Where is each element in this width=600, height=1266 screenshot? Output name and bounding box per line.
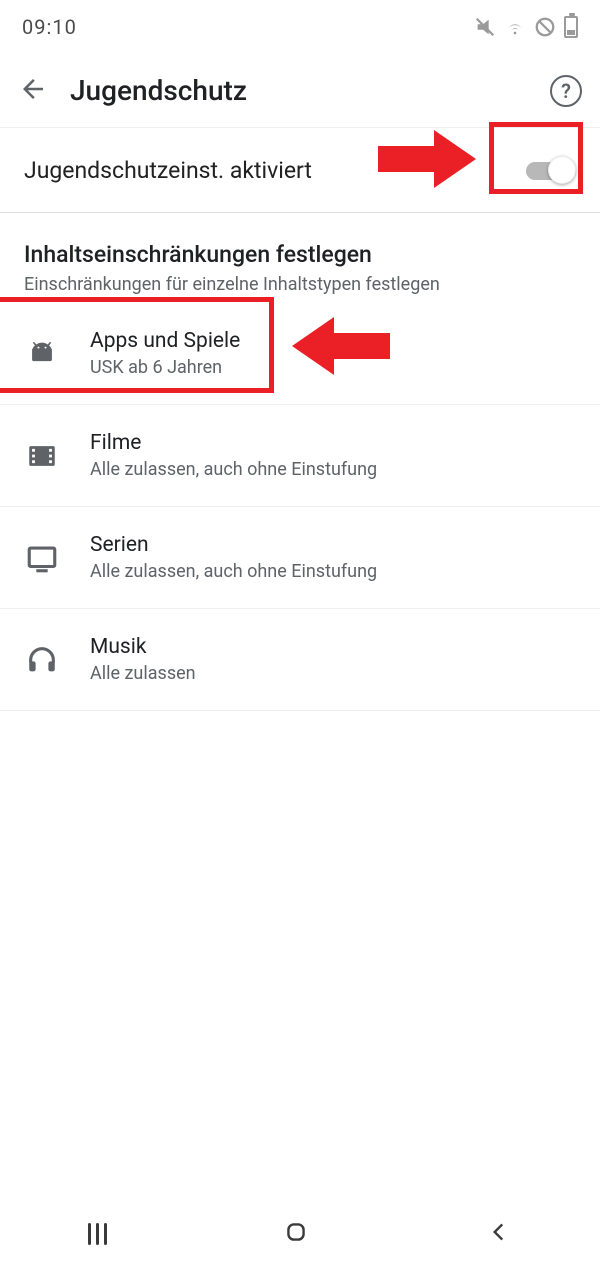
arrow-left-icon (18, 74, 48, 104)
item-subtitle: USK ab 6 Jahren (90, 357, 240, 378)
help-button[interactable]: ? (550, 75, 582, 107)
film-icon (24, 438, 60, 474)
item-subtitle: Alle zulassen (90, 663, 196, 684)
bar-icon (96, 1223, 99, 1245)
android-icon (24, 336, 60, 372)
battery-icon (564, 16, 578, 38)
activate-label: Jugendschutzeinst. aktiviert (24, 157, 312, 184)
bar-icon (88, 1223, 91, 1245)
mute-icon (474, 16, 496, 38)
item-title: Musik (90, 635, 196, 659)
row-parental-controls-active[interactable]: Jugendschutzeinst. aktiviert (0, 128, 600, 213)
back-button[interactable] (18, 74, 48, 108)
chevron-left-icon (486, 1219, 512, 1245)
item-apps-games[interactable]: Apps und Spiele USK ab 6 Jahren (0, 303, 600, 405)
item-subtitle: Alle zulassen, auch ohne Einstufung (90, 459, 377, 480)
item-texts: Apps und Spiele USK ab 6 Jahren (90, 329, 240, 378)
nav-recents-button[interactable] (88, 1223, 107, 1245)
page-title: Jugendschutz (70, 74, 528, 107)
item-texts: Serien Alle zulassen, auch ohne Einstufu… (90, 533, 377, 582)
item-music[interactable]: Musik Alle zulassen (0, 609, 600, 711)
no-sign-icon (534, 16, 556, 38)
nav-home-button[interactable] (283, 1219, 309, 1249)
item-subtitle: Alle zulassen, auch ohne Einstufung (90, 561, 377, 582)
item-movies[interactable]: Filme Alle zulassen, auch ohne Einstufun… (0, 405, 600, 507)
item-texts: Filme Alle zulassen, auch ohne Einstufun… (90, 431, 377, 480)
item-title: Serien (90, 533, 377, 557)
toggle-thumb (548, 156, 576, 184)
section-subtitle: Einschränkungen für einzelne Inhaltstype… (24, 274, 576, 295)
home-icon (283, 1219, 309, 1245)
help-icon: ? (561, 79, 571, 103)
wifi-icon (504, 16, 526, 38)
section-title: Inhaltseinschränkungen festlegen (24, 241, 576, 268)
item-texts: Musik Alle zulassen (90, 635, 196, 684)
activate-toggle[interactable] (526, 156, 576, 184)
bar-icon (104, 1223, 107, 1245)
headphones-icon (24, 642, 60, 678)
status-icons (474, 16, 578, 38)
status-bar: 09:10 (0, 0, 600, 54)
item-title: Apps und Spiele (90, 329, 240, 353)
annotation-arrow-apps (290, 317, 390, 373)
status-time: 09:10 (22, 15, 77, 39)
item-title: Filme (90, 431, 377, 455)
annotation-arrow-toggle (378, 130, 478, 186)
item-tv[interactable]: Serien Alle zulassen, auch ohne Einstufu… (0, 507, 600, 609)
section-header: Inhaltseinschränkungen festlegen Einschr… (0, 213, 600, 303)
nav-back-button[interactable] (486, 1219, 512, 1249)
app-bar: Jugendschutz ? (0, 54, 600, 128)
screen: 09:10 Jugendschutz ? Jugendschutzeinst. … (0, 0, 600, 1266)
system-nav-bar (0, 1202, 600, 1266)
tv-icon (24, 540, 60, 576)
